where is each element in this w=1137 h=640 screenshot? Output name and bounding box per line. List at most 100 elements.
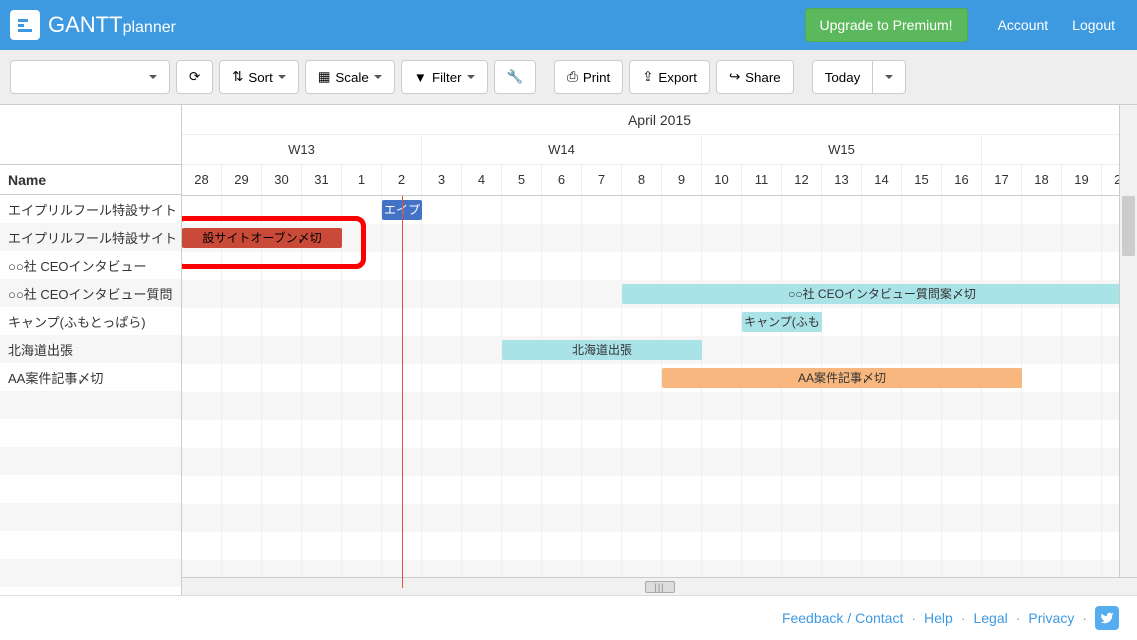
grid-row[interactable]: ○○社 CEOインタビュー質問案〆切: [182, 280, 1137, 308]
task-row[interactable]: [0, 559, 181, 587]
gantt-grid[interactable]: エイプ設サイトオーブン〆切 ○○社 CEOインタビュー質問案〆切キャンプ(ふも北海…: [182, 196, 1137, 588]
task-name-cell[interactable]: キャンプ(ふもとっぱら): [0, 312, 154, 331]
grid-row[interactable]: 北海道出張: [182, 336, 1137, 364]
grid-row[interactable]: キャンプ(ふも: [182, 308, 1137, 336]
day-header-cell[interactable]: 13: [822, 165, 862, 195]
toolbar: ⟳ ⇅Sort ▦Scale ▼Filter 🔧 ⎙Print ⇪Export …: [0, 50, 1137, 105]
logout-link[interactable]: Logout: [1072, 17, 1115, 33]
day-header-cell[interactable]: 19: [1062, 165, 1102, 195]
day-header-cell[interactable]: 18: [1022, 165, 1062, 195]
calendar-select[interactable]: [10, 60, 170, 94]
help-link[interactable]: Help: [924, 610, 953, 626]
day-header-cell[interactable]: 28: [182, 165, 222, 195]
task-row[interactable]: ○○社 CEOインタビュー質問: [0, 279, 181, 307]
day-header-row: 282930311234567891011121314151617181920: [182, 165, 1137, 195]
grid-row[interactable]: エイプ: [182, 196, 1137, 224]
name-column-header[interactable]: Name: [0, 165, 181, 195]
grid-row[interactable]: [182, 392, 1137, 420]
task-name-cell[interactable]: 北海道出張: [0, 340, 81, 359]
task-row[interactable]: [0, 503, 181, 531]
day-header-cell[interactable]: 15: [902, 165, 942, 195]
task-row[interactable]: エイプリルフール特設サイト: [0, 195, 181, 223]
gantt-bar[interactable]: キャンプ(ふも: [742, 312, 822, 332]
day-header-cell[interactable]: 11: [742, 165, 782, 195]
week-header-cell: W15: [702, 135, 982, 164]
app-header: GANTTplanner Upgrade to Premium! Account…: [0, 0, 1137, 50]
share-button[interactable]: ↪Share: [716, 60, 794, 94]
gantt-bar[interactable]: AA案件記事〆切: [662, 368, 1022, 388]
filter-button[interactable]: ▼Filter: [401, 60, 488, 94]
task-name-cell[interactable]: AA案件記事〆切: [0, 368, 111, 387]
day-header-cell[interactable]: 4: [462, 165, 502, 195]
legal-link[interactable]: Legal: [973, 610, 1007, 626]
grid-row[interactable]: [182, 476, 1137, 504]
task-row[interactable]: AA案件記事〆切: [0, 363, 181, 391]
day-header-cell[interactable]: 1: [342, 165, 382, 195]
gantt-bar[interactable]: ○○社 CEOインタビュー質問案〆切: [622, 284, 1137, 304]
vertical-scrollbar[interactable]: [1119, 105, 1137, 595]
day-header-cell[interactable]: 5: [502, 165, 542, 195]
task-row[interactable]: [0, 419, 181, 447]
sort-button[interactable]: ⇅Sort: [219, 60, 299, 94]
task-row[interactable]: エイプリルフール特設サイト: [0, 223, 181, 251]
grid-row[interactable]: AA案件記事〆切: [182, 364, 1137, 392]
task-row[interactable]: [0, 475, 181, 503]
day-header-cell[interactable]: 12: [782, 165, 822, 195]
week-header-cell: W14: [422, 135, 702, 164]
gantt-bar[interactable]: エイプ: [382, 200, 422, 220]
task-row[interactable]: ○○社 CEOインタビュー: [0, 251, 181, 279]
day-header-cell[interactable]: 2: [382, 165, 422, 195]
day-header-cell[interactable]: 8: [622, 165, 662, 195]
task-row[interactable]: [0, 391, 181, 419]
task-name-panel: Name エイプリルフール特設サイトエイプリルフール特設サイト ○○社 CEOイン…: [0, 105, 182, 595]
wrench-icon: 🔧: [507, 69, 524, 85]
grid-row[interactable]: 設サイトオーブン〆切: [182, 224, 1137, 252]
day-header-cell[interactable]: 29: [222, 165, 262, 195]
share-icon: ↪: [729, 69, 740, 85]
day-header-cell[interactable]: 31: [302, 165, 342, 195]
calendar-icon: ▦: [318, 69, 331, 85]
task-name-cell[interactable]: ○○社 CEOインタビュー: [0, 256, 155, 275]
upgrade-button[interactable]: Upgrade to Premium!: [805, 8, 968, 42]
export-icon: ⇪: [642, 69, 653, 85]
grid-row[interactable]: [182, 532, 1137, 560]
account-link[interactable]: Account: [998, 17, 1049, 33]
feedback-link[interactable]: Feedback / Contact: [782, 610, 903, 626]
horizontal-scrollbar-thumb[interactable]: |||: [645, 581, 675, 593]
grid-row[interactable]: [182, 420, 1137, 448]
grid-row[interactable]: [182, 252, 1137, 280]
task-name-cell[interactable]: ○○社 CEOインタビュー質問: [0, 284, 181, 303]
gantt-bar[interactable]: 設サイトオーブン〆切: [182, 228, 342, 248]
task-row[interactable]: [0, 447, 181, 475]
settings-button[interactable]: 🔧: [494, 60, 537, 94]
scale-button[interactable]: ▦Scale: [305, 60, 395, 94]
logo[interactable]: GANTTplanner: [10, 10, 176, 40]
today-dropdown-button[interactable]: [872, 60, 906, 94]
day-header-cell[interactable]: 16: [942, 165, 982, 195]
grid-row[interactable]: [182, 448, 1137, 476]
task-name-cell[interactable]: エイプリルフール特設サイト: [0, 228, 181, 247]
task-row[interactable]: キャンプ(ふもとっぱら): [0, 307, 181, 335]
today-button[interactable]: Today: [812, 60, 874, 94]
month-header-row: April 2015: [182, 105, 1137, 135]
refresh-button[interactable]: ⟳: [176, 60, 213, 94]
vertical-scrollbar-thumb[interactable]: [1122, 196, 1135, 256]
day-header-cell[interactable]: 6: [542, 165, 582, 195]
grid-row[interactable]: [182, 504, 1137, 532]
horizontal-scrollbar[interactable]: |||: [182, 577, 1137, 595]
day-header-cell[interactable]: 9: [662, 165, 702, 195]
print-button[interactable]: ⎙Print: [554, 60, 623, 94]
gantt-bar[interactable]: 北海道出張: [502, 340, 702, 360]
day-header-cell[interactable]: 17: [982, 165, 1022, 195]
privacy-link[interactable]: Privacy: [1028, 610, 1074, 626]
task-row[interactable]: 北海道出張: [0, 335, 181, 363]
day-header-cell[interactable]: 10: [702, 165, 742, 195]
day-header-cell[interactable]: 3: [422, 165, 462, 195]
day-header-cell[interactable]: 14: [862, 165, 902, 195]
task-row[interactable]: [0, 531, 181, 559]
day-header-cell[interactable]: 7: [582, 165, 622, 195]
day-header-cell[interactable]: 30: [262, 165, 302, 195]
export-button[interactable]: ⇪Export: [629, 60, 710, 94]
twitter-icon[interactable]: [1095, 606, 1119, 630]
task-name-cell[interactable]: エイプリルフール特設サイト: [0, 200, 181, 219]
